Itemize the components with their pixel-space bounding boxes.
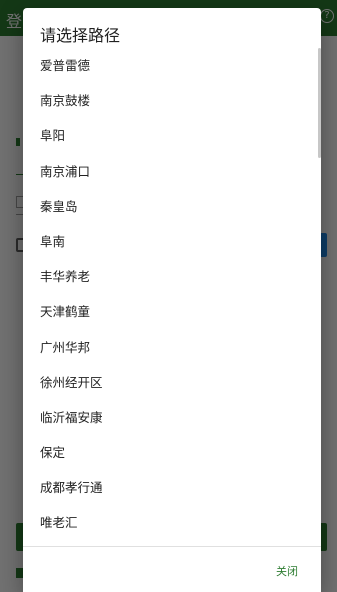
route-option[interactable]: 秦皇岛 [23, 189, 321, 224]
route-option[interactable]: 唯老汇 [23, 505, 321, 540]
route-list[interactable]: 爱普雷德 南京鼓楼 阜阳 南京浦口 秦皇岛 阜南 丰华养老 天津鹤童 广州华邦 徐州经开区 临沂福安… [23, 48, 321, 546]
route-option[interactable]: 广州华邦 [23, 330, 321, 365]
route-option[interactable]: 成都孝行通 [23, 470, 321, 505]
route-option[interactable]: 南京鼓楼 [23, 83, 321, 118]
route-select-dialog: 请选择路径 爱普雷德 南京鼓楼 阜阳 南京浦口 秦皇岛 阜南 丰华养老 天津鹤童 广州华邦 徐州经… [23, 8, 321, 592]
list-scrollbar[interactable] [318, 48, 321, 158]
route-option[interactable]: 临沂福安康 [23, 400, 321, 435]
route-option[interactable]: 丰华养老 [23, 259, 321, 294]
dialog-divider [23, 546, 321, 547]
route-option[interactable]: 南京浦口 [23, 154, 321, 189]
close-button[interactable]: 关闭 [274, 561, 300, 581]
route-option[interactable]: 阜阳 [23, 118, 321, 153]
route-option[interactable]: 爱普雷德 [23, 48, 321, 83]
dialog-title: 请选择路径 [40, 26, 121, 45]
route-option[interactable]: 保定 [23, 435, 321, 470]
route-option[interactable]: 天津鹤童 [23, 294, 321, 329]
route-option[interactable]: 阜南 [23, 224, 321, 259]
route-option[interactable]: 徐州经开区 [23, 365, 321, 400]
